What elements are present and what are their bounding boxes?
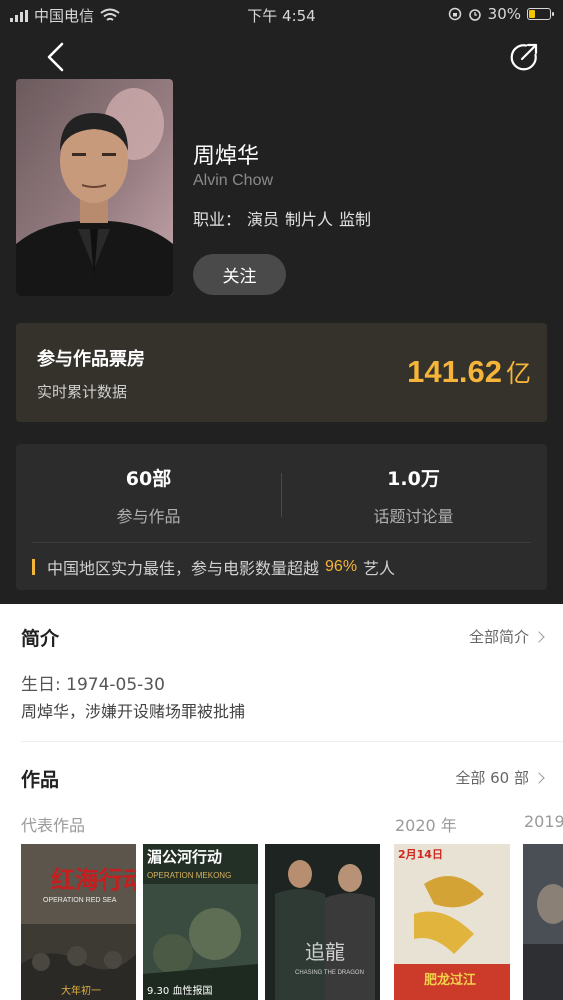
intro-title: 简介 [21, 628, 60, 650]
stats-card: 60部 参与作品 1.0万 话题讨论量 中国地区实力最佳，参与电影数量超越 96… [16, 444, 547, 590]
movie-poster[interactable]: 2月14日 肥龙过江 [394, 844, 510, 1000]
intro-text: 周焯华，涉嫌开设赌场罪被批捕 [21, 702, 246, 721]
occupation-item: 演员 [247, 210, 280, 229]
occupation-label: 职业： [193, 210, 242, 229]
battery-icon [527, 8, 554, 20]
ranking-claim: 中国地区实力最佳，参与电影数量超越 96% 艺人 [32, 555, 395, 579]
movie-poster[interactable]: 湄公河行动 OPERATION MEKONG 9.30 血性报国 [143, 844, 258, 1000]
poster-subtitle: OPERATION MEKONG [147, 871, 231, 880]
occupation-item: 制片人 [285, 210, 334, 229]
chevron-right-icon [533, 630, 545, 643]
share-icon[interactable] [509, 42, 539, 72]
content-section: 简介 全部简介 生日: 1974-05-30 周焯华，涉嫌开设赌场罪被批捕 作品… [0, 604, 563, 1000]
stats-separator [32, 542, 531, 543]
poster-subtitle: 2月14日 [398, 848, 443, 861]
poster-title: 湄公河行动 [147, 848, 222, 866]
box-office-subtitle: 实时累计数据 [37, 383, 128, 401]
poster-tag: 大年初一 [61, 984, 101, 997]
box-office-card[interactable]: 参与作品票房 实时累计数据 141.62 亿 [16, 323, 547, 422]
works-count-label: 参与作品 [116, 507, 181, 526]
actor-occupation: 职业： 演员 制片人 监制 [193, 206, 371, 230]
movie-poster[interactable]: 红海行动 OPERATION RED SEA 大年初一 [21, 844, 136, 1000]
discussion-label: 话题讨论量 [373, 507, 454, 526]
box-office-value: 141.62 亿 [407, 354, 531, 390]
discussion-value: 1.0万 [387, 468, 440, 490]
group-label-2019: 2019 [524, 812, 563, 831]
works-title: 作品 [21, 769, 60, 791]
status-bar: 中国电信 下午 4:54 30% [0, 0, 563, 30]
box-office-title: 参与作品票房 [37, 349, 145, 370]
works-count-stat[interactable]: 60部 参与作品 [16, 464, 281, 527]
birthday: 生日: 1974-05-30 [21, 675, 165, 695]
accent-bar [32, 559, 35, 575]
actor-photo [16, 79, 173, 296]
claim-text: 中国地区实力最佳，参与电影数量超越 [47, 559, 320, 578]
poster-title: 肥龙过江 [424, 972, 476, 988]
poster-subtitle: CHASING THE DRAGON [295, 970, 364, 976]
battery-percent: 30% [487, 5, 521, 23]
claim-percent: 96% [325, 558, 358, 575]
actor-english-name: Alvin Chow [193, 172, 274, 189]
poster-subtitle: OPERATION RED SEA [43, 897, 117, 904]
occupation-item: 监制 [339, 210, 372, 229]
alarm-icon [468, 9, 481, 21]
all-works-label: 全部 60 部 [455, 769, 529, 787]
poster-title: 追龍 [305, 940, 345, 964]
all-works-link[interactable]: 全部 60 部 [455, 767, 545, 788]
group-label-2020: 2020 年 [395, 816, 457, 835]
all-intro-label: 全部简介 [468, 628, 529, 646]
follow-button[interactable]: 关注 [193, 254, 286, 295]
actor-name: 周焯华 [193, 144, 260, 169]
rotation-lock-icon [448, 7, 461, 21]
chevron-left-icon[interactable] [40, 40, 74, 74]
works-count-value: 60部 [125, 468, 172, 490]
chevron-right-icon [533, 771, 545, 784]
poster-tag: 9.30 血性报国 [147, 984, 212, 997]
group-label-representative: 代表作品 [21, 816, 86, 835]
section-divider [21, 741, 563, 742]
movie-poster[interactable] [523, 844, 563, 1000]
movie-poster[interactable]: 追龍 CHASING THE DRAGON [265, 844, 380, 1000]
poster-title: 红海行动 [51, 866, 136, 894]
discussion-stat[interactable]: 1.0万 话题讨论量 [281, 464, 546, 527]
box-office-unit: 亿 [505, 359, 531, 388]
box-office-number: 141.62 [407, 354, 502, 389]
all-intro-link[interactable]: 全部简介 [468, 626, 545, 647]
claim-suffix: 艺人 [363, 559, 396, 578]
